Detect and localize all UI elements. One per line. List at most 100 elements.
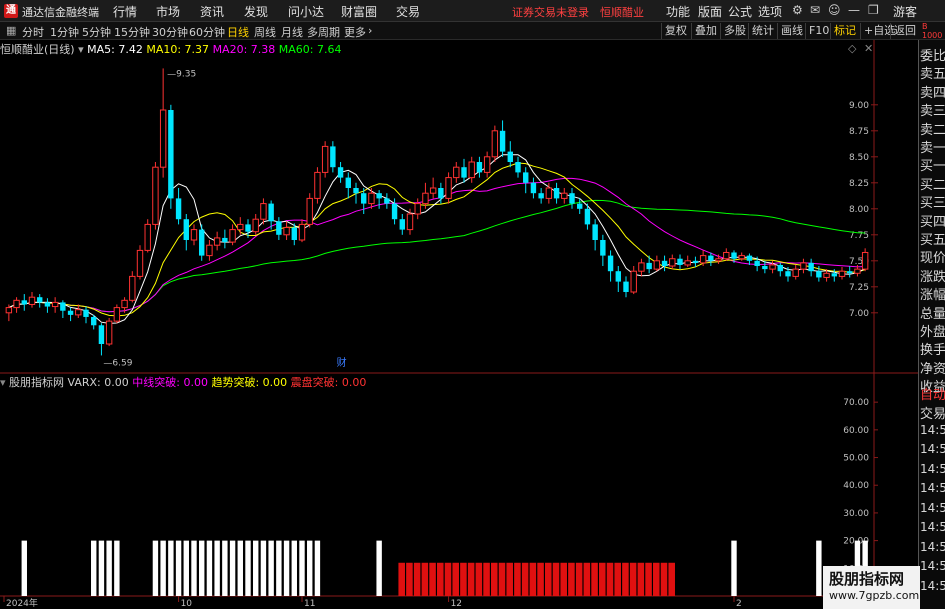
candle-body-up	[861, 251, 869, 270]
quote-field-8[interactable]: 买三	[920, 192, 945, 211]
time-row[interactable]: 14:56	[920, 423, 945, 437]
trade-label[interactable]: 交易	[920, 403, 945, 422]
tab-daily[interactable]: 日线	[227, 24, 249, 40]
btn-huaxian[interactable]: 画线	[777, 23, 806, 39]
quote-field-14[interactable]: 总量	[920, 303, 945, 322]
tab-1min[interactable]: 1分钟	[50, 24, 79, 40]
restore-icon[interactable]: ❐	[868, 3, 879, 17]
btn-duogu[interactable]: 多股	[720, 23, 749, 39]
user-icon[interactable]: ☺	[828, 3, 841, 17]
indicator-tick-label: 40.00	[843, 481, 869, 491]
candle-body-up	[144, 223, 151, 251]
quote-field-11[interactable]: 现价	[920, 247, 945, 266]
indicator-bar-white	[299, 540, 305, 596]
candle-body-down	[391, 203, 398, 220]
menu-zixun[interactable]: 资讯	[200, 3, 224, 20]
indicator-bar-white	[229, 540, 236, 596]
menu-faxian[interactable]: 发现	[244, 3, 268, 20]
time-row[interactable]: 14:56	[920, 579, 945, 593]
quote-field-16[interactable]: 换手	[920, 339, 945, 358]
auto-trade-label[interactable]: 自动	[920, 384, 945, 403]
indicator-bar-white	[183, 540, 189, 596]
candle-body-up	[75, 309, 82, 316]
guest-label[interactable]: 游客	[893, 3, 917, 20]
time-row[interactable]: 14:56	[920, 501, 945, 515]
message-icon[interactable]: ✉	[810, 3, 820, 17]
menu-wenxiaoda[interactable]: 问小达	[288, 3, 324, 20]
indicator-bar-white	[276, 540, 282, 596]
tab-monthly[interactable]: 月线	[281, 24, 303, 40]
quote-field-1[interactable]: 卖五	[920, 63, 945, 82]
settings-icon[interactable]: ⚙	[792, 3, 803, 17]
candle-body-up	[838, 270, 846, 277]
quote-field-10[interactable]: 买五	[920, 229, 945, 248]
indicator-bar-white	[152, 540, 159, 596]
tab-more[interactable]: 更多	[344, 24, 366, 40]
indicator-bar-red	[545, 562, 552, 596]
menu-gongshi[interactable]: 公式	[728, 3, 752, 20]
menu-hangqing[interactable]: 行情	[113, 3, 137, 20]
time-row[interactable]: 14:56	[920, 481, 945, 495]
btn-back[interactable]: 返回	[890, 23, 919, 39]
quote-field-7[interactable]: 买二	[920, 174, 945, 193]
btn-fuquan[interactable]: 复权	[661, 23, 690, 39]
tab-15min[interactable]: 15分钟	[114, 24, 150, 40]
btn-diejia[interactable]: 叠加	[691, 23, 720, 39]
kline-chart[interactable]: 7.007.257.507.758.008.258.508.759.0010.0…	[0, 40, 918, 609]
time-row[interactable]: 14:56	[920, 559, 945, 573]
time-row[interactable]: 14:56	[920, 462, 945, 476]
btn-f10[interactable]: F10	[805, 23, 832, 39]
indicator-bar-red	[645, 562, 652, 596]
candle-body-down	[83, 309, 89, 317]
quote-field-5[interactable]: 卖一	[920, 137, 945, 156]
quote-field-6[interactable]: 买一	[920, 155, 945, 174]
time-row[interactable]: 14:56	[920, 442, 945, 456]
candle-body-down	[847, 271, 853, 274]
candle-body-down	[592, 224, 598, 240]
quote-field-2[interactable]: 卖四	[920, 82, 945, 101]
minimize-icon[interactable]: —	[848, 3, 860, 17]
tab-weekly[interactable]: 周线	[254, 24, 276, 40]
quote-field-0[interactable]: 委比	[920, 45, 945, 64]
quote-field-3[interactable]: 卖三	[920, 100, 945, 119]
candle-body-up	[51, 301, 59, 308]
chevron-right-icon[interactable]: ›	[368, 24, 372, 37]
quote-field-12[interactable]: 涨跌	[920, 266, 945, 285]
candle-body-up	[792, 268, 799, 277]
tab-5min[interactable]: 5分钟	[82, 24, 111, 40]
grid-icon[interactable]: ▦	[6, 24, 16, 37]
indicator-bar-red	[452, 562, 459, 596]
candle-body-down	[515, 162, 521, 173]
candle-body-up	[561, 192, 568, 199]
quote-field-17[interactable]: 净资	[920, 358, 945, 377]
menu-banmian[interactable]: 版面	[698, 3, 722, 20]
panel-mini-icon: B 1000	[922, 22, 943, 40]
time-row[interactable]: 14:56	[920, 520, 945, 534]
menu-shichang[interactable]: 市场	[156, 3, 180, 20]
btn-tongji[interactable]: 统计	[748, 23, 777, 39]
tab-30min[interactable]: 30分钟	[152, 24, 188, 40]
candle-body-down	[337, 167, 344, 178]
indicator-bar-red	[575, 562, 583, 596]
price-tick-label: 8.75	[849, 127, 869, 137]
quote-field-13[interactable]: 涨幅	[920, 284, 945, 303]
tab-60min[interactable]: 60分钟	[189, 24, 225, 40]
menu-caifuquan[interactable]: 财富圈	[341, 3, 377, 20]
candle-body-down	[361, 193, 367, 204]
tab-multiperiod[interactable]: 多周期	[307, 24, 340, 40]
time-row[interactable]: 14:56	[920, 540, 945, 554]
quote-field-9[interactable]: 买四	[920, 211, 945, 230]
login-warning[interactable]: 证券交易未登录 恒顺醋业	[512, 4, 644, 20]
candle-body-down	[499, 130, 506, 152]
menu-jiaoyi[interactable]: 交易	[396, 3, 420, 20]
bookmark-icon[interactable]: 标记	[830, 23, 859, 39]
quote-field-4[interactable]: 卖二	[920, 119, 945, 138]
menu-xuanxiang[interactable]: 选项	[758, 3, 782, 20]
menu-gongneng[interactable]: 功能	[666, 3, 690, 20]
indicator-bar-white	[253, 540, 259, 596]
candle-body-down	[345, 177, 351, 188]
quote-field-15[interactable]: 外盘	[920, 321, 945, 340]
candle-body-down	[60, 302, 66, 311]
tab-fenshi[interactable]: 分时	[22, 24, 44, 40]
indicator-bar-red	[467, 562, 475, 596]
